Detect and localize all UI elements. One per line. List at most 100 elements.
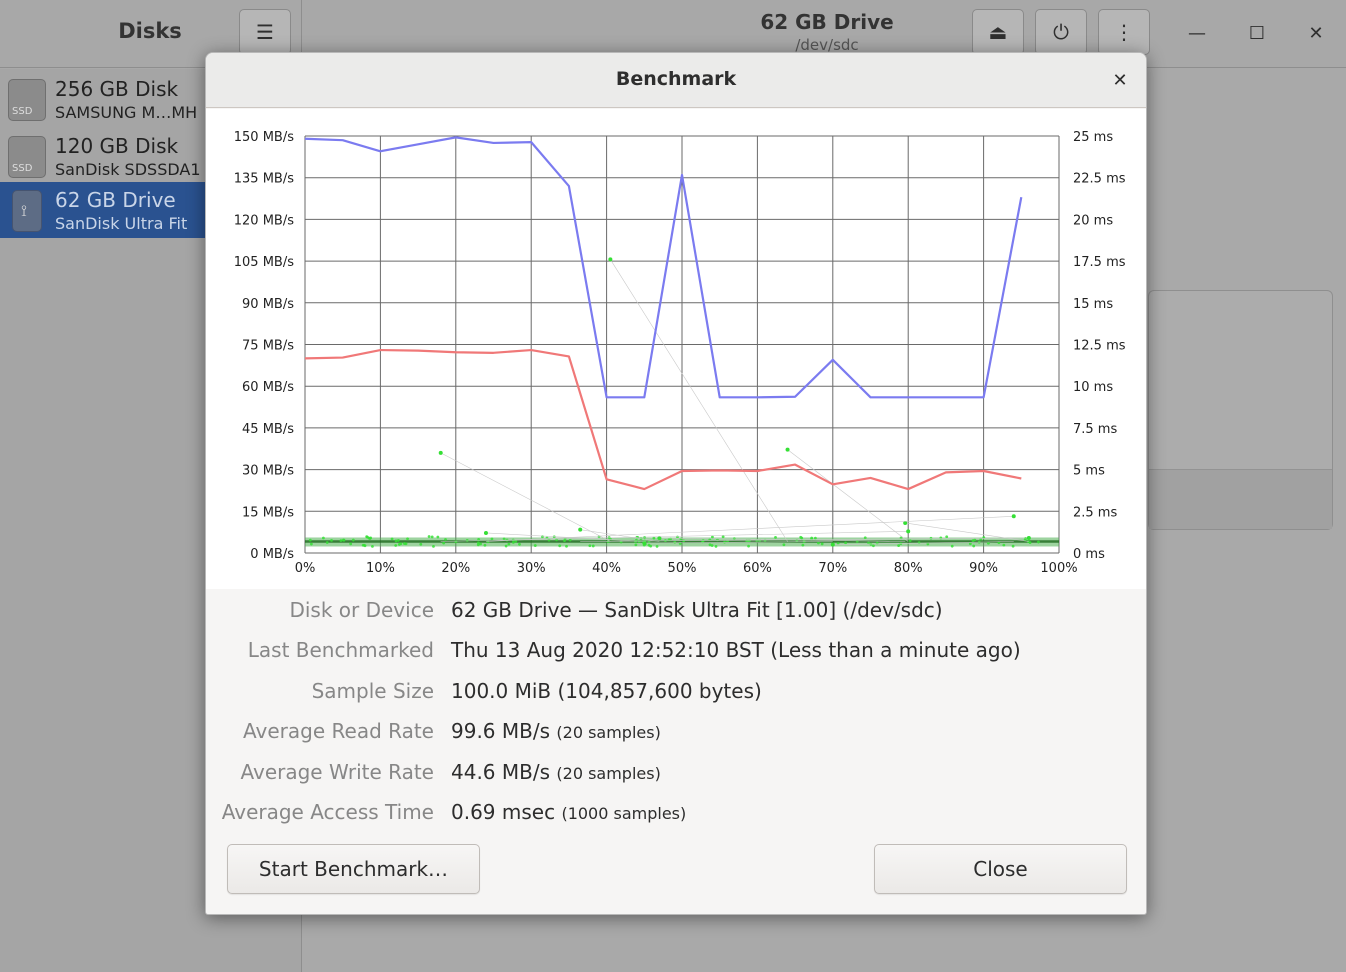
info-row-write-rate: Average Write Rate 44.6 MB/s (20 samples… [206, 760, 1146, 790]
access-time-point [721, 535, 725, 539]
eject-button[interactable]: ⏏ [972, 9, 1024, 55]
access-time-outlier [830, 542, 835, 547]
access-time-point [1037, 540, 1040, 544]
access-time-point [732, 537, 736, 541]
info-label: Last Benchmarked [247, 638, 434, 662]
access-time-outlier [642, 540, 647, 545]
access-time-point [588, 544, 592, 548]
access-time-point [972, 544, 976, 548]
access-time-point [419, 542, 423, 546]
info-value: 0.69 msec (1000 samples) [451, 800, 687, 824]
access-time-point [403, 542, 406, 545]
info-row-device: Disk or Device 62 GB Drive — SanDisk Ult… [206, 598, 1146, 628]
x-tick-label: 50% [668, 561, 697, 576]
minimize-button[interactable]: — [1182, 18, 1212, 48]
access-time-outlier [1011, 514, 1016, 519]
access-time-point [444, 538, 447, 541]
hamburger-menu-icon: ☰ [256, 20, 274, 44]
y-left-tick-label: 0 MB/s [250, 547, 294, 562]
access-time-point [844, 541, 847, 545]
benchmark-graph: 0% 10% 20% 30% 40% 50% 60% 70% 80% 90% 100% 0 MB/s 0… [206, 109, 1146, 589]
x-tick-label: 100% [1040, 561, 1077, 576]
disk-name: 120 GB Disk [55, 134, 179, 158]
access-time-point [342, 538, 345, 542]
disk-model: SAMSUNG M…MH [55, 103, 198, 122]
access-time-point [399, 542, 403, 546]
y-left-tick-label: 75 MB/s [242, 339, 294, 354]
x-tick-label: 70% [818, 561, 847, 576]
x-tick-label: 30% [517, 561, 546, 576]
access-time-point [533, 544, 537, 547]
read-rate-line [304, 136, 1023, 399]
access-time-point [490, 537, 494, 541]
access-time-point [308, 538, 312, 542]
access-time-point [427, 535, 431, 538]
info-row-read-rate: Average Read Rate 99.6 MB/s (20 samples) [206, 719, 1146, 749]
access-time-outlier [785, 447, 790, 452]
access-time-point [945, 535, 949, 539]
access-time-point [817, 541, 820, 545]
minimize-icon: — [1188, 22, 1206, 44]
info-label: Average Read Rate [243, 719, 434, 743]
access-time-trace [440, 452, 611, 542]
access-time-point [929, 536, 933, 540]
disk-name: 256 GB Disk [55, 77, 179, 101]
x-tick-label: 20% [441, 561, 470, 576]
access-time-point [511, 540, 515, 544]
dialog-close-button[interactable]: ✕ [1106, 66, 1134, 94]
y-left-tick-label: 45 MB/s [242, 422, 294, 437]
disk-name: 62 GB Drive [55, 188, 176, 212]
start-benchmark-button[interactable]: Start Benchmark… [227, 844, 480, 894]
access-time-point [325, 541, 329, 544]
info-value: 62 GB Drive — SanDisk Ultra Fit [1.00] (… [451, 598, 943, 622]
access-time-outlier [906, 529, 911, 534]
power-off-button[interactable]: ⏻ [1035, 9, 1087, 55]
x-tick-label: 90% [969, 561, 998, 576]
access-time-point [679, 537, 683, 541]
power-icon: ⏻ [1053, 20, 1069, 44]
access-time-point [950, 544, 954, 548]
info-label: Sample Size [311, 679, 434, 703]
y-right-tick-label: 2.5 ms [1073, 505, 1117, 520]
access-time-point [394, 539, 398, 543]
access-time-point [432, 544, 435, 548]
dialog-headerbar: Benchmark ✕ [206, 53, 1146, 108]
y-right-tick-label: 7.5 ms [1073, 422, 1117, 437]
write-rate-line [304, 348, 1022, 491]
access-time-point [897, 544, 901, 548]
drive-title: 62 GB Drive [760, 10, 894, 34]
access-time-point [394, 544, 398, 547]
access-time-point [321, 536, 325, 540]
info-label: Average Access Time [221, 800, 434, 824]
access-time-point [568, 538, 572, 542]
x-tick-label: 0% [295, 561, 316, 576]
access-time-point [339, 539, 343, 543]
info-value: Thu 13 Aug 2020 12:52:10 BST (Less than … [451, 638, 1021, 662]
access-time-point [917, 541, 921, 545]
access-time-point [711, 535, 714, 539]
y-left-tick-label: 15 MB/s [242, 505, 294, 520]
access-time-point [1011, 544, 1015, 548]
maximize-button[interactable]: ☐ [1242, 18, 1272, 48]
y-right-tick-label: 17.5 ms [1073, 255, 1126, 270]
access-time-point [655, 544, 659, 548]
access-time-outlier [483, 530, 488, 535]
benchmark-chart: 0% 10% 20% 30% 40% 50% 60% 70% 80% 90% 100% 0 MB/s 0… [234, 130, 1126, 576]
access-time-outlier [578, 527, 583, 532]
access-time-point [634, 543, 638, 547]
volumes-frame [1148, 290, 1333, 530]
drive-menu-button[interactable]: ⋮ [1098, 9, 1150, 55]
access-time-point [800, 536, 804, 540]
y-left-tick-label: 150 MB/s [234, 130, 294, 145]
close-button[interactable]: Close [874, 844, 1127, 894]
disk-model: SanDisk SDSSDA1 [55, 160, 201, 179]
info-row-access-time: Average Access Time 0.69 msec (1000 samp… [206, 800, 1146, 830]
y-right-tick-label: 22.5 ms [1073, 172, 1126, 187]
info-row-sample-size: Sample Size 100.0 MiB (104,857,600 bytes… [206, 679, 1146, 709]
window-close-button[interactable]: ✕ [1301, 18, 1331, 48]
access-time-point [747, 544, 750, 548]
access-time-point [714, 544, 718, 548]
menu-button[interactable]: ☰ [239, 9, 291, 55]
y-right-tick-label: 12.5 ms [1073, 339, 1126, 354]
access-time-point [813, 536, 817, 540]
